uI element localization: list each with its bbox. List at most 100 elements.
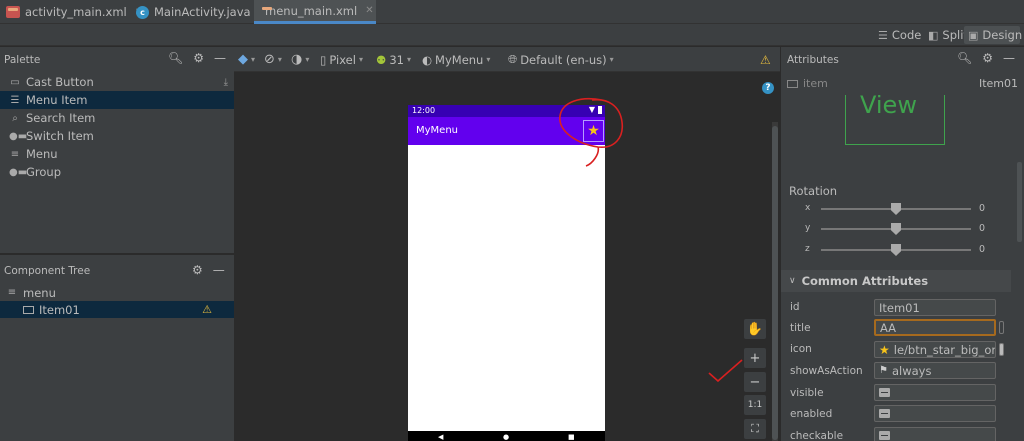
- component-type: item: [787, 77, 828, 90]
- attr-visible-label: visible: [790, 387, 824, 399]
- palette-item-group[interactable]: ●▬ Group: [0, 163, 234, 181]
- rotation-z-value: 0: [979, 244, 986, 255]
- attr-title-label: title: [790, 322, 811, 334]
- theme-icon: ◐: [422, 52, 433, 67]
- close-icon[interactable]: ✕: [365, 5, 373, 16]
- editor-tab-bar: activity_main.xml ✕ c MainActivity.java …: [0, 0, 1024, 24]
- minimize-icon[interactable]: —: [214, 51, 226, 65]
- attr-enabled-field[interactable]: [874, 405, 996, 422]
- canvas-scrollbar[interactable]: [772, 126, 778, 440]
- rotation-y-label: y: [805, 223, 811, 233]
- attr-showasaction-field[interactable]: ⚑ always: [874, 362, 996, 379]
- code-lines-icon: ☰: [878, 28, 888, 42]
- code-mode-button[interactable]: ☰ Code: [874, 26, 925, 44]
- palette-item-menu-item[interactable]: ☰ Menu Item: [0, 91, 234, 109]
- tab-main-activity[interactable]: c MainActivity.java ✕: [130, 0, 273, 24]
- gear-icon[interactable]: ⚙: [192, 263, 203, 277]
- zoom-in-button[interactable]: +: [744, 348, 766, 368]
- attr-icon-resource-button[interactable]: [999, 343, 1004, 356]
- back-icon: ◀: [438, 433, 444, 441]
- tab-activity-main[interactable]: activity_main.xml ✕: [0, 0, 149, 24]
- tree-row-item01[interactable]: Item01 ⚠: [0, 301, 234, 318]
- palette-item-label: Menu: [26, 147, 58, 161]
- slider-thumb[interactable]: [891, 244, 901, 256]
- component-tree-panel: Component Tree ⚙ — ≡ menu Item01 ⚠: [0, 254, 234, 441]
- device-selector[interactable]: ▯ Pixel ▾: [320, 51, 363, 68]
- layers-icon[interactable]: ◆ ▾: [238, 51, 255, 68]
- design-mode-label: Design: [982, 28, 1023, 42]
- api-selector[interactable]: ⚉ 31 ▾: [376, 51, 411, 68]
- search-icon[interactable]: 🔍︎: [168, 51, 183, 65]
- attr-icon-value: le/btn_star_big_on: [893, 342, 996, 357]
- palette-item-cast-button[interactable]: ▭ Cast Button ⤓: [0, 73, 234, 91]
- download-icon[interactable]: ⤓: [224, 77, 228, 88]
- minimize-icon[interactable]: —: [1003, 51, 1015, 65]
- cast-icon: ▭: [10, 76, 20, 88]
- xml-file-icon: [6, 6, 20, 18]
- search-icon[interactable]: 🔍︎: [957, 51, 972, 65]
- gear-icon[interactable]: ⚙: [982, 51, 993, 65]
- rotation-x-slider[interactable]: [821, 203, 971, 215]
- rotation-z-slider[interactable]: [821, 244, 971, 256]
- locale-label: Default (en-us): [520, 52, 607, 67]
- device-label: Pixel: [329, 52, 356, 67]
- night-mode-icon[interactable]: ◑ ▾: [291, 51, 309, 68]
- attr-icon-field[interactable]: ★ le/btn_star_big_on: [874, 341, 996, 358]
- list-icon: ☰: [10, 94, 20, 106]
- attr-visible-field[interactable]: [874, 384, 996, 401]
- boolean-icon: [879, 431, 890, 440]
- app-title: MyMenu: [416, 125, 459, 136]
- attributes-toolbar: 🔍︎ ⚙ —: [957, 51, 1015, 65]
- recents-icon: ■: [568, 433, 575, 441]
- help-icon[interactable]: ?: [762, 82, 774, 94]
- status-time: 12:00: [412, 106, 436, 115]
- globe-icon: 🌐︎: [508, 52, 518, 66]
- pan-hand-icon[interactable]: ✋: [744, 319, 766, 339]
- minimize-icon[interactable]: —: [213, 263, 225, 277]
- attr-title-resource-button[interactable]: [999, 321, 1004, 334]
- common-attributes-header[interactable]: ∨ Common Attributes: [781, 270, 1011, 292]
- item-icon: [23, 305, 34, 314]
- zoom-out-button[interactable]: −: [744, 372, 766, 392]
- attr-title-field[interactable]: AA: [874, 319, 996, 336]
- warning-icon[interactable]: ⚠: [202, 303, 212, 316]
- attr-id-label: id: [790, 301, 800, 313]
- slider-thumb[interactable]: [891, 203, 901, 215]
- slider-thumb[interactable]: [891, 223, 901, 235]
- tab-menu-main[interactable]: menu_main.xml ✕: [254, 0, 376, 24]
- rotation-y-value: 0: [979, 223, 986, 234]
- palette-item-label: Switch Item: [26, 129, 94, 143]
- attributes-title: Attributes: [787, 54, 839, 66]
- warning-icon[interactable]: ⚠: [760, 51, 771, 68]
- tab-label: MainActivity.java: [154, 5, 251, 19]
- attributes-scrollbar[interactable]: [1017, 162, 1022, 242]
- locale-selector[interactable]: 🌐︎ Default (en-us) ▾: [508, 51, 614, 68]
- design-mode-button[interactable]: ▣ Design: [964, 26, 1023, 44]
- tab-label: activity_main.xml: [25, 5, 127, 19]
- tree-row-label: Item01: [39, 302, 80, 317]
- gear-icon[interactable]: ⚙: [193, 51, 204, 65]
- theme-label: MyMenu: [435, 52, 484, 67]
- zoom-fit-icon[interactable]: ⛶: [744, 419, 766, 439]
- rotation-y-slider[interactable]: [821, 223, 971, 235]
- attr-id-field[interactable]: Item01: [874, 299, 996, 316]
- palette-item-switch-item[interactable]: ●▬ Switch Item: [0, 127, 234, 145]
- rotation-z-label: z: [805, 244, 810, 254]
- palette-item-label: Cast Button: [26, 75, 94, 89]
- palette-item-menu[interactable]: ≡ Menu: [0, 145, 234, 163]
- attr-icon-label: icon: [790, 343, 812, 355]
- theme-selector[interactable]: ◐ MyMenu ▾: [422, 51, 490, 68]
- attr-checkable-field[interactable]: [874, 427, 996, 441]
- orientation-icon[interactable]: ⊘ ▾: [264, 51, 282, 68]
- zoom-actual-size-button[interactable]: 1:1: [744, 395, 766, 415]
- palette-panel: Palette 🔍︎ ⚙ — ▭ Cast Button ⤓ ☰ Menu It…: [0, 47, 234, 253]
- tree-row-menu[interactable]: ≡ menu: [0, 284, 234, 301]
- split-icon: ◧: [928, 28, 939, 42]
- view-preview-box: View: [845, 95, 945, 145]
- palette-item-search-item[interactable]: ⌕ Search Item: [0, 109, 234, 127]
- attr-showasaction-label: showAsAction: [790, 365, 863, 377]
- common-attributes-title: Common Attributes: [801, 274, 929, 288]
- rotation-title: Rotation: [789, 184, 838, 198]
- code-mode-label: Code: [891, 28, 922, 42]
- chevron-down-icon: ∨: [789, 276, 796, 286]
